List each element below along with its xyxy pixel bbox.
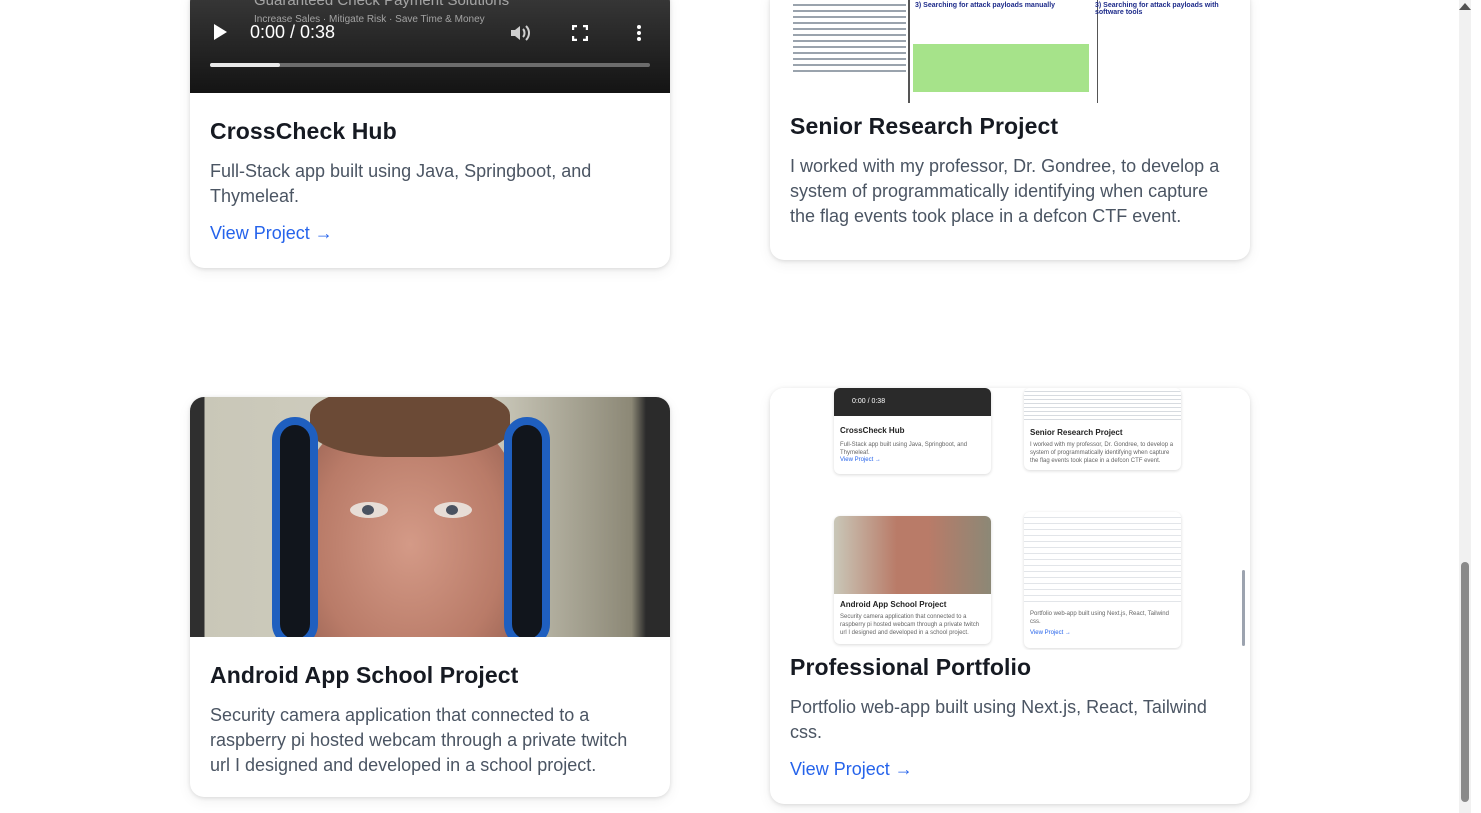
project-description: I worked with my professor, Dr. Gondree,… xyxy=(790,156,1220,226)
video-overlay-title: Guaranteed Check Payment Solutions xyxy=(254,0,510,9)
document-table-column xyxy=(790,0,910,103)
photo-eye-left xyxy=(350,502,388,518)
mini-card-desc: Security camera application that connect… xyxy=(840,614,980,636)
mini-scrollbar-thumb xyxy=(1242,570,1245,646)
document-screenshot-column xyxy=(908,0,1098,103)
project-title: Android App School Project xyxy=(210,662,519,688)
view-project-link[interactable]: View Project → xyxy=(210,223,333,244)
mini-video-time: 0:00 / 0:38 xyxy=(834,388,991,416)
project-description: Portfolio web-app built using Next.js, R… xyxy=(790,697,1207,742)
photo-headphone-right xyxy=(504,417,550,637)
page-scrollbar-thumb[interactable] xyxy=(1461,562,1469,802)
research-document-image: 3) Searching for attack payloads manuall… xyxy=(770,0,1250,103)
mini-doc-image xyxy=(1024,388,1181,422)
mini-card-title: Senior Research Project xyxy=(1030,428,1123,437)
photo-eye-right xyxy=(434,502,472,518)
project-title: CrossCheck Hub xyxy=(210,118,397,144)
mini-card-title: CrossCheck Hub xyxy=(840,426,905,435)
mini-card-title: Android App School Project xyxy=(840,600,947,609)
video-progress-bar[interactable] xyxy=(210,63,650,67)
project-card-crosscheck-hub: Guaranteed Check Payment Solutions Incre… xyxy=(190,0,670,268)
video-progress-fill xyxy=(210,63,281,67)
project-description: Full-Stack app built using Java, Springb… xyxy=(210,161,592,206)
mini-photo xyxy=(834,516,991,594)
mini-card-portfolio: Portfolio web-app built using Next.js, R… xyxy=(1024,512,1181,648)
mini-card-senior: Senior Research Project I worked with my… xyxy=(1024,388,1181,470)
mini-scrollbar xyxy=(1242,388,1248,650)
volume-icon[interactable] xyxy=(510,24,532,42)
portfolio-screenshot: 0:00 / 0:38 CrossCheck Hub Full-Stack ap… xyxy=(770,388,1250,650)
document-heading-right: 3) Searching for attack payloads with so… xyxy=(1095,2,1219,16)
mini-card-desc: Full-Stack app built using Java, Springb… xyxy=(840,442,968,456)
mini-card-desc: I worked with my professor, Dr. Gondree,… xyxy=(1030,442,1174,464)
play-icon[interactable] xyxy=(214,24,227,40)
project-title: Professional Portfolio xyxy=(790,654,1032,680)
project-card-android-app: Android App School Project Security came… xyxy=(190,397,670,797)
page-scrollbar[interactable] xyxy=(1459,0,1471,813)
mini-card-link: View Project → xyxy=(1030,630,1071,636)
mini-card-link: View Project → xyxy=(840,457,881,463)
project-video-player[interactable]: Guaranteed Check Payment Solutions Incre… xyxy=(190,0,670,93)
view-project-link[interactable]: View Project → xyxy=(790,759,913,780)
mini-portfolio-image xyxy=(1024,512,1181,604)
project-card-professional-portfolio: 0:00 / 0:38 CrossCheck Hub Full-Stack ap… xyxy=(770,388,1250,804)
mini-card-crosscheck: 0:00 / 0:38 CrossCheck Hub Full-Stack ap… xyxy=(834,388,991,474)
more-vertical-icon[interactable] xyxy=(636,24,642,42)
fullscreen-icon[interactable] xyxy=(572,25,588,41)
project-card-senior-research: 3) Searching for attack payloads manuall… xyxy=(770,0,1250,260)
mini-card-android: Android App School Project Security came… xyxy=(834,516,991,644)
project-title: Senior Research Project xyxy=(790,113,1059,139)
photo-hair xyxy=(310,397,510,457)
scroll-up-arrow-icon[interactable] xyxy=(1459,3,1471,10)
photo-headphone-left xyxy=(272,417,318,637)
video-time-display: 0:00 / 0:38 xyxy=(250,22,336,42)
mini-card-desc: Portfolio web-app built using Next.js, R… xyxy=(1030,611,1169,625)
project-description: Security camera application that connect… xyxy=(210,705,628,775)
webcam-photo xyxy=(190,397,670,637)
